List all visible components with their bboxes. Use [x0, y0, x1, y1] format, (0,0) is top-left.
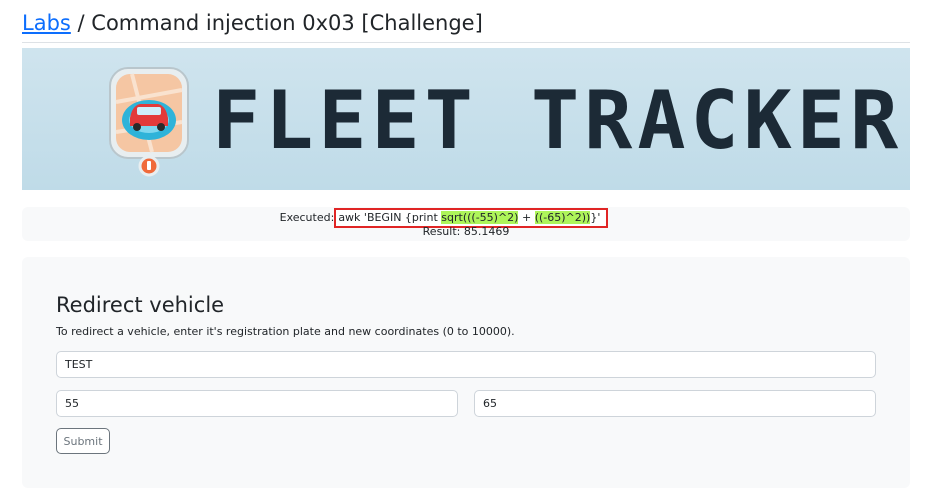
breadcrumb-labs-link[interactable]: Labs — [22, 11, 71, 35]
redirect-vehicle-card: Redirect vehicle To redirect a vehicle, … — [22, 257, 910, 488]
form-heading: Redirect vehicle — [56, 293, 225, 317]
command-segment: + — [518, 211, 535, 224]
command-segment: }' — [590, 211, 601, 224]
page-title-text: Command injection 0x03 [Challenge] — [91, 11, 483, 35]
submit-button[interactable]: Submit — [56, 428, 110, 454]
banner-brand-text: FLEET TRACKER — [212, 73, 904, 167]
registration-plate-input[interactable] — [56, 351, 876, 378]
coordinate-x-input[interactable] — [56, 390, 458, 417]
coordinate-y-input[interactable] — [474, 390, 876, 417]
breadcrumb-separator: / — [70, 11, 92, 35]
command-highlight: sqrt(((-55)^2) — [441, 211, 519, 224]
form-description: To redirect a vehicle, enter it's regist… — [56, 325, 515, 338]
map-pin-car-icon — [109, 67, 189, 177]
fleet-tracker-banner: FLEET TRACKER — [22, 48, 910, 190]
executed-label: Executed: — [279, 211, 335, 224]
command-highlight: ((-65)^2)) — [534, 211, 591, 224]
header-divider — [22, 42, 910, 43]
command-result: Result: 85.1469 — [422, 225, 510, 238]
page-title: Labs / Command injection 0x03 [Challenge… — [22, 8, 483, 38]
command-segment: awk 'BEGIN {print — [338, 211, 442, 224]
